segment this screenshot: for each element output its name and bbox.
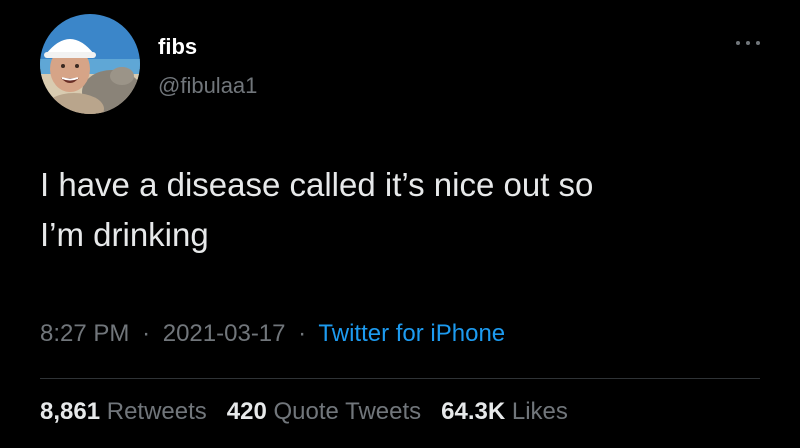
divider	[40, 378, 760, 379]
display-name[interactable]: fibs	[158, 34, 197, 60]
avatar[interactable]	[40, 14, 140, 114]
tweet-time[interactable]: 8:27 PM	[40, 320, 129, 347]
quote-tweets-stat[interactable]: 420 Quote Tweets	[227, 398, 421, 426]
likes-stat[interactable]: 64.3K Likes	[441, 398, 568, 426]
more-horizontal-icon-dot	[746, 41, 750, 45]
tweet-source-link[interactable]: Twitter for iPhone	[318, 320, 505, 347]
meta-separator: ·	[298, 320, 307, 347]
tweet-text-line: I have a disease called it’s nice out so	[40, 166, 594, 203]
quote-tweets-label: Quote Tweets	[273, 398, 422, 425]
tweet-text: I have a disease called it’s nice out so…	[40, 160, 760, 260]
meta-separator: ·	[142, 320, 151, 347]
user-handle[interactable]: @fibulaa1	[158, 73, 257, 99]
tweet-meta: 8:27 PM · 2021-03-17 · Twitter for iPhon…	[40, 320, 505, 348]
more-horizontal-icon-dot	[756, 41, 760, 45]
more-options-button[interactable]	[736, 38, 760, 48]
quote-tweets-count: 420	[226, 398, 267, 425]
tweet-card: fibs @fibulaa1 I have a disease called i…	[0, 0, 800, 448]
avatar-photo	[40, 14, 140, 114]
retweets-count: 8,861	[40, 398, 101, 425]
tweet-text-line: I’m drinking	[40, 216, 209, 253]
retweets-stat[interactable]: 8,861 Retweets	[40, 398, 207, 426]
tweet-stats: 8,861 Retweets 420 Quote Tweets 64.3K Li…	[40, 398, 568, 426]
likes-count: 64.3K	[441, 398, 506, 425]
retweets-label: Retweets	[106, 398, 207, 425]
tweet-date[interactable]: 2021-03-17	[163, 320, 286, 347]
likes-label: Likes	[511, 398, 568, 425]
more-horizontal-icon	[736, 41, 740, 45]
